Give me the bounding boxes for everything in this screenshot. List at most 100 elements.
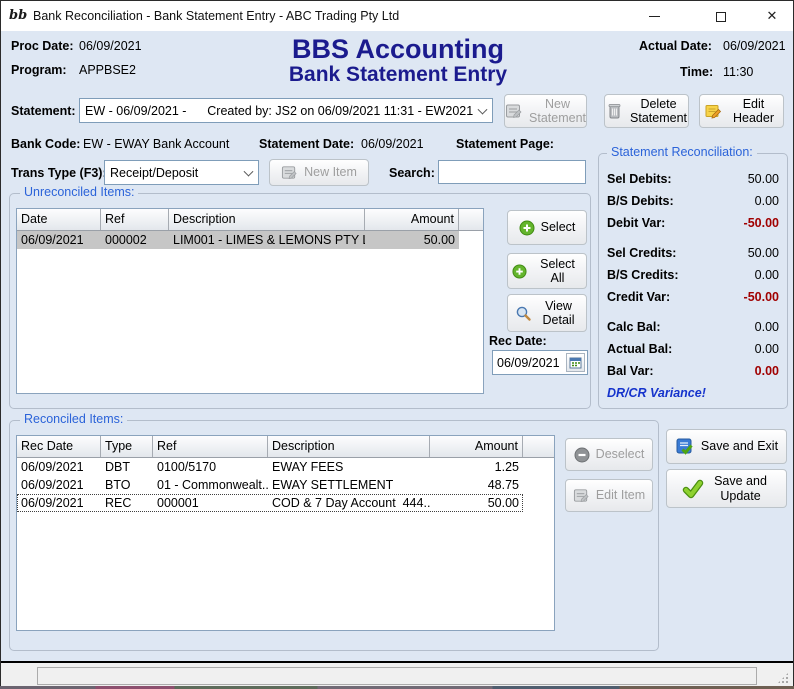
save-and-exit-button[interactable]: Save and Exit xyxy=(666,429,787,464)
table-row[interactable]: 06/09/2021 DBT 0100/5170 EWAY FEES 1.25 xyxy=(17,458,523,476)
reconciled-table-header: Rec Date Type Ref Description Amount xyxy=(17,436,554,458)
statement-combobox-value: EW - 06/09/2021 - Created by: JS2 on 06/… xyxy=(85,104,473,118)
column-header-amount[interactable]: Amount xyxy=(365,209,459,230)
actual-bal-value: 0.00 xyxy=(755,342,779,356)
debit-var-row: Debit Var: -50.00 xyxy=(599,212,787,234)
cell-description: EWAY SETTLEMENT xyxy=(268,478,430,492)
column-header-type[interactable]: Type xyxy=(101,436,153,457)
column-header-ref[interactable]: Ref xyxy=(101,209,169,230)
variance-note: DR/CR Variance! xyxy=(599,382,787,400)
search-label: Search: xyxy=(389,166,435,180)
resize-grip[interactable] xyxy=(777,672,789,684)
actual-date-label: Actual Date: xyxy=(639,39,712,53)
cell-ref: 000001 xyxy=(153,496,268,510)
cell-amount: 1.25 xyxy=(430,460,523,474)
statement-combobox[interactable]: EW - 06/09/2021 - Created by: JS2 on 06/… xyxy=(79,98,493,123)
bank-code-label: Bank Code: xyxy=(11,137,80,151)
bs-credits-value: 0.00 xyxy=(755,268,779,282)
view-detail-label: View Detail xyxy=(538,299,580,328)
rec-date-value: 06/09/2021 xyxy=(497,356,560,370)
select-button[interactable]: Select xyxy=(507,210,587,245)
rec-date-input[interactable]: 06/09/2021 xyxy=(492,350,588,375)
close-button[interactable]: ✕ xyxy=(749,1,794,31)
minimize-icon xyxy=(649,16,660,17)
edit-header-button[interactable]: Edit Header xyxy=(699,94,784,128)
cell-ref: 01 - Commonwealt... xyxy=(153,478,268,492)
bs-debits-label: B/S Debits: xyxy=(607,194,674,208)
statement-reconciliation-title: Statement Reconciliation: xyxy=(607,145,757,159)
minimize-button[interactable] xyxy=(631,1,677,31)
delete-statement-label: Delete Statement xyxy=(630,97,687,126)
table-row[interactable]: 06/09/2021 BTO 01 - Commonwealt... EWAY … xyxy=(17,476,523,494)
column-header-date[interactable]: Date xyxy=(17,209,101,230)
trans-type-combobox[interactable]: Receipt/Deposit xyxy=(104,160,259,185)
save-exit-icon xyxy=(675,437,695,457)
statement-reconciliation-group: Statement Reconciliation: Sel Debits: 50… xyxy=(598,153,788,409)
select-all-button[interactable]: Select All xyxy=(507,253,587,289)
bs-debits-row: B/S Debits: 0.00 xyxy=(599,190,787,212)
proc-date-label: Proc Date: xyxy=(11,39,74,53)
cell-description: LIM001 - LIMES & LEMONS PTY L... xyxy=(169,233,365,247)
sel-debits-row: Sel Debits: 50.00 xyxy=(599,168,787,190)
sel-credits-label: Sel Credits: xyxy=(607,246,676,260)
edit-item-icon xyxy=(573,487,590,504)
column-header-description[interactable]: Description xyxy=(268,436,430,457)
calendar-icon xyxy=(569,356,582,369)
edit-item-button[interactable]: Edit Item xyxy=(565,479,653,512)
cell-type: BTO xyxy=(101,478,153,492)
debit-var-value: -50.00 xyxy=(744,216,779,230)
column-header-ref[interactable]: Ref xyxy=(153,436,268,457)
cell-amount: 50.00 xyxy=(365,233,459,247)
statement-label: Statement: xyxy=(11,104,76,118)
title-bar: bb Bank Reconciliation - Bank Statement … xyxy=(1,1,793,31)
view-detail-button[interactable]: View Detail xyxy=(507,294,587,332)
new-item-label: New Item xyxy=(304,165,357,179)
column-header-amount[interactable]: Amount xyxy=(430,436,523,457)
select-label: Select xyxy=(541,220,576,234)
actual-bal-label: Actual Bal: xyxy=(607,342,672,356)
chevron-down-icon xyxy=(244,166,254,176)
cell-type: DBT xyxy=(101,460,153,474)
time-value: 11:30 xyxy=(723,65,753,79)
edit-item-label: Edit Item xyxy=(596,488,645,502)
plus-circle-icon xyxy=(519,220,535,236)
cell-ref: 000002 xyxy=(101,233,169,247)
calendar-picker-button[interactable] xyxy=(566,353,585,372)
cell-amount: 50.00 xyxy=(430,496,523,510)
statement-page-label: Statement Page: xyxy=(456,137,554,151)
sel-credits-value: 50.00 xyxy=(748,246,779,260)
status-bar xyxy=(1,663,793,687)
cell-description: COD & 7 Day Account 444... xyxy=(268,496,430,510)
cell-amount: 48.75 xyxy=(430,478,523,492)
calc-bal-value: 0.00 xyxy=(755,320,779,334)
deselect-button[interactable]: Deselect xyxy=(565,438,653,471)
column-header-description[interactable]: Description xyxy=(169,209,365,230)
save-and-update-button[interactable]: Save and Update xyxy=(666,469,787,508)
window-title: Bank Reconciliation - Bank Statement Ent… xyxy=(33,1,399,31)
bs-debits-value: 0.00 xyxy=(755,194,779,208)
chevron-down-icon xyxy=(478,104,488,114)
column-header-rec-date[interactable]: Rec Date xyxy=(17,436,101,457)
new-statement-button[interactable]: New Statement xyxy=(504,94,587,128)
table-row[interactable]: 06/09/2021 REC 000001 COD & 7 Day Accoun… xyxy=(17,494,523,512)
select-all-label: Select All xyxy=(533,257,582,286)
cell-rec-date: 06/09/2021 xyxy=(17,496,101,510)
deselect-label: Deselect xyxy=(596,447,645,461)
table-row[interactable]: 06/09/2021 000002 LIM001 - LIMES & LEMON… xyxy=(17,231,459,249)
delete-statement-button[interactable]: Delete Statement xyxy=(604,94,689,128)
maximize-icon xyxy=(716,12,726,22)
maximize-button[interactable] xyxy=(698,1,744,31)
edit-header-icon xyxy=(704,102,722,120)
new-statement-icon xyxy=(505,102,523,120)
sel-credits-row: Sel Credits: 50.00 xyxy=(599,242,787,264)
search-input[interactable] xyxy=(438,160,586,184)
new-item-button[interactable]: New Item xyxy=(269,159,369,186)
proc-date-value: 06/09/2021 xyxy=(79,39,142,53)
reconciled-items-table: Rec Date Type Ref Description Amount 06/… xyxy=(16,435,555,631)
edit-header-label: Edit Header xyxy=(728,97,779,126)
unreconciled-items-table: Date Ref Description Amount 06/09/2021 0… xyxy=(16,208,484,394)
screen-title: Bank Statement Entry xyxy=(198,63,598,87)
reconciled-items-title: Reconciled Items: xyxy=(20,412,127,426)
actual-bal-row: Actual Bal: 0.00 xyxy=(599,338,787,360)
rec-date-label: Rec Date: xyxy=(489,334,547,348)
